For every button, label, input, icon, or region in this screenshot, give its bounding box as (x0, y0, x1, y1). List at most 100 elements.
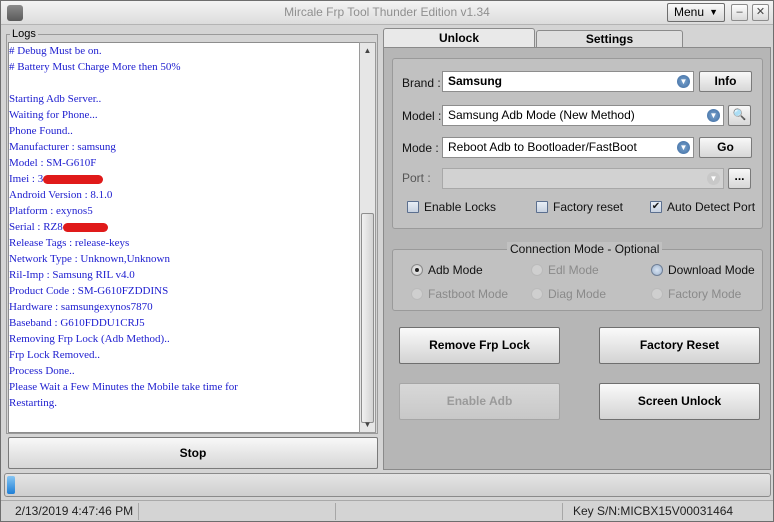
auto-detect-port-checkbox[interactable]: ✔ (650, 201, 662, 213)
fastboot-mode-radio[interactable] (411, 288, 423, 300)
factory-reset-checkbox[interactable] (536, 201, 548, 213)
enable-locks-label: Enable Locks (424, 200, 497, 214)
mode-value: Reboot Adb to Bootloader/FastBoot (448, 140, 637, 154)
log-line-text: Ril-Imp : Samsung RIL v4.0 (9, 269, 135, 281)
go-button[interactable]: Go (699, 137, 752, 158)
log-line: Product Code : SM-G610FZDDINS (9, 283, 359, 299)
logs-textbox[interactable]: # Debug Must be on. # Battery Must Charg… (8, 42, 359, 433)
model-select[interactable]: Samsung Adb Mode (New Method) ▼ (442, 105, 724, 126)
screen-unlock-button[interactable]: Screen Unlock (599, 383, 760, 420)
search-icon: 🔍 (732, 109, 747, 121)
factory-mode-radio[interactable] (651, 288, 663, 300)
tab-unlock[interactable]: Unlock (383, 28, 535, 47)
log-line-text: Product Code : SM-G610FZDDINS (9, 285, 169, 297)
port-select[interactable]: ▼ (442, 168, 724, 189)
log-line-text: Platform : exynos5 (9, 205, 93, 217)
port-browse-button[interactable]: ... (728, 168, 751, 189)
close-icon: ✕ (755, 6, 766, 18)
brand-label: Brand : (402, 76, 441, 90)
diag-mode-radio[interactable] (531, 288, 543, 300)
mode-select[interactable]: Reboot Adb to Bootloader/FastBoot ▼ (442, 137, 694, 158)
log-line-text: Release Tags : release-keys (9, 237, 130, 249)
log-line: Serial : RZ8 (9, 219, 359, 235)
enable-adb-button[interactable]: Enable Adb (399, 383, 560, 420)
minimize-icon: – (736, 6, 743, 18)
factory-reset-label: Factory reset (553, 200, 624, 214)
log-line: Ril-Imp : Samsung RIL v4.0 (9, 267, 359, 283)
log-line-text: Frp Lock Removed.. (9, 349, 101, 361)
log-line-text: Removing Frp Lock (Adb Method).. (9, 333, 170, 345)
redaction-mark (43, 174, 104, 184)
status-key-sn: Key S/N:MICBX15V00031464 (573, 504, 734, 518)
enable-locks-checkbox[interactable] (407, 201, 419, 213)
log-line-text: Starting Adb Server.. (9, 93, 102, 105)
log-line: Hardware : samsungexynos7870 (9, 299, 359, 315)
chevron-down-icon: ▼ (707, 109, 720, 122)
log-line: Baseband : G610FDDU1CRJ5 (9, 315, 359, 331)
log-line: Removing Frp Lock (Adb Method).. (9, 331, 359, 347)
title-bar: Mircale Frp Tool Thunder Edition v1.34 M… (1, 1, 773, 25)
status-empty-1 (146, 503, 336, 520)
adb-mode-label: Adb Mode (428, 263, 483, 277)
menu-button[interactable]: Menu ▼ (667, 3, 725, 22)
close-button[interactable]: ✕ (752, 4, 769, 21)
minimize-button[interactable]: – (731, 4, 748, 21)
log-line-text: Please Wait a Few Minutes the Mobile tak… (9, 381, 238, 393)
log-line-text: Hardware : samsungexynos7870 (9, 301, 153, 313)
log-line-text: # Battery Must Charge More then 50% (9, 61, 181, 73)
log-line-text: Waiting for Phone... (9, 109, 98, 121)
log-line-text: Phone Found.. (9, 125, 73, 137)
log-line: Imei : 3 (9, 171, 359, 187)
stop-button[interactable]: Stop (8, 437, 378, 469)
log-line-text: Imei : 3 (9, 173, 44, 185)
status-bar: 2/13/2019 4:47:46 PM Key S/N:MICBX15V000… (1, 500, 773, 521)
edl-mode-radio[interactable] (531, 264, 543, 276)
connection-mode-legend: Connection Mode - Optional (507, 242, 663, 256)
checkmark-icon: ✔ (651, 201, 661, 212)
model-search-button[interactable]: 🔍 (728, 105, 751, 126)
redaction-mark (62, 222, 108, 232)
log-line: Restarting. (9, 395, 359, 411)
tab-settings[interactable]: Settings (536, 30, 683, 47)
download-mode-radio[interactable] (651, 264, 663, 276)
connection-mode-group (392, 249, 763, 311)
log-line-text: Model : SM-G610F (9, 157, 97, 169)
scroll-thumb[interactable] (361, 213, 374, 423)
log-line: # Debug Must be on. (9, 43, 359, 59)
status-datetime: 2/13/2019 4:47:46 PM (9, 503, 139, 520)
diag-mode-label: Diag Mode (548, 287, 607, 301)
window-title: Mircale Frp Tool Thunder Edition v1.34 (284, 5, 490, 19)
log-line: Process Done.. (9, 363, 359, 379)
log-line-text: Baseband : G610FDDU1CRJ5 (9, 317, 145, 329)
logs-scrollbar[interactable]: ▲ ▼ (359, 42, 376, 433)
log-line: # Battery Must Charge More then 50% (9, 59, 359, 75)
log-line-text: Manufacturer : samsung (9, 141, 116, 153)
log-line: Phone Found.. (9, 123, 359, 139)
log-line-text: Serial : RZ8 (9, 221, 63, 233)
port-label: Port : (402, 171, 431, 185)
chevron-down-icon: ▼ (709, 7, 718, 17)
chevron-down-icon: ▼ (707, 172, 720, 185)
log-line-text: Network Type : Unknown,Unknown (9, 253, 170, 265)
scroll-down-icon[interactable]: ▼ (360, 417, 375, 432)
log-line-text: # Debug Must be on. (9, 45, 102, 57)
brand-select[interactable]: Samsung ▼ (442, 71, 694, 92)
info-button[interactable]: Info (699, 71, 752, 92)
status-empty-2 (343, 503, 563, 520)
log-line: Release Tags : release-keys (9, 235, 359, 251)
log-line: Waiting for Phone... (9, 107, 359, 123)
fastboot-mode-label: Fastboot Mode (428, 287, 509, 301)
log-line: Android Version : 8.1.0 (9, 187, 359, 203)
adb-mode-radio[interactable] (411, 264, 423, 276)
remove-frp-lock-button[interactable]: Remove Frp Lock (399, 327, 560, 364)
scroll-up-icon[interactable]: ▲ (360, 43, 375, 58)
log-line-text: Restarting. (9, 397, 57, 409)
menu-button-label: Menu (674, 5, 705, 19)
logs-label: Logs (10, 28, 38, 40)
brand-value: Samsung (448, 74, 503, 88)
auto-detect-port-label: Auto Detect Port (667, 200, 756, 214)
log-line-text: Process Done.. (9, 365, 75, 377)
download-mode-label: Download Mode (668, 263, 755, 277)
factory-reset-button[interactable]: Factory Reset (599, 327, 760, 364)
